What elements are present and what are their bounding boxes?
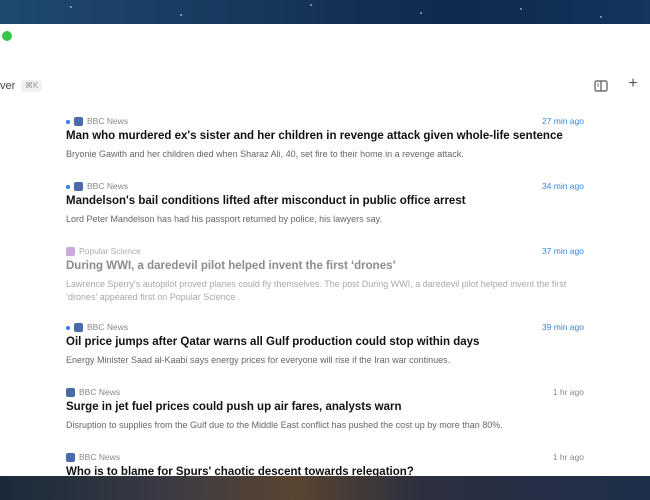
article-summary: Energy Minister Saad al-Kaabi says energ… xyxy=(66,355,451,365)
article-time: 37 min ago xyxy=(541,246,584,256)
article-headline[interactable]: Man who murdered ex's sister and her chi… xyxy=(66,130,606,142)
search-label[interactable]: ver xyxy=(0,80,15,92)
unread-dot-icon xyxy=(66,185,70,189)
shortcut-badge: ⌘K xyxy=(21,80,43,92)
desktop-wallpaper-bottom xyxy=(0,476,650,500)
window-zoom-button[interactable] xyxy=(2,31,12,41)
article-source: Popular Science xyxy=(79,246,141,256)
article-headline[interactable]: During WWI, a daredevil pilot helped inv… xyxy=(66,260,606,272)
bbc-favicon-icon xyxy=(66,388,75,397)
article-summary: Disruption to supplies from the Gulf due… xyxy=(66,420,503,430)
article-time: 1 hr ago xyxy=(552,387,584,397)
article-meta: BBC News 1 hr ago xyxy=(66,452,586,464)
article-time: 34 min ago xyxy=(541,181,584,191)
article-meta: BBC News 39 min ago xyxy=(66,322,586,334)
article-meta: BBC News 27 min ago xyxy=(66,116,586,128)
bbc-favicon-icon xyxy=(74,182,83,191)
article-meta: Popular Science 37 min ago xyxy=(66,246,586,258)
bbc-favicon-icon xyxy=(74,323,83,332)
article-summary: Bryonie Gawith and her children died whe… xyxy=(66,149,464,159)
bbc-favicon-icon xyxy=(66,453,75,462)
article-meta: BBC News 1 hr ago xyxy=(66,387,586,399)
article-time: 27 min ago xyxy=(541,116,584,126)
article-time: 39 min ago xyxy=(541,322,584,332)
article-item[interactable]: BBC News 34 min ago Mandelson's bail con… xyxy=(0,181,650,241)
article-headline[interactable]: Surge in jet fuel prices could push up a… xyxy=(66,401,606,413)
add-feed-button[interactable]: + xyxy=(626,76,640,92)
article-time: 1 hr ago xyxy=(552,452,584,462)
article-source: BBC News xyxy=(87,322,129,332)
popular-science-favicon-icon xyxy=(66,247,75,256)
article-item[interactable]: BBC News 27 min ago Man who murdered ex'… xyxy=(0,116,650,176)
article-headline[interactable]: Oil price jumps after Qatar warns all Gu… xyxy=(66,336,606,348)
article-summary: Lawrence Sperry's autopilot proved plane… xyxy=(66,279,567,302)
article-source: BBC News xyxy=(87,181,129,191)
article-summary: Lord Peter Mandelson has had his passpor… xyxy=(66,214,383,224)
article-headline[interactable]: Mandelson's bail conditions lifted after… xyxy=(66,195,606,207)
article-item[interactable]: BBC News 39 min ago Oil price jumps afte… xyxy=(0,322,650,382)
unread-dot-icon xyxy=(66,326,70,330)
article-source: BBC News xyxy=(79,452,121,462)
toolbar: ver ⌘K + xyxy=(0,76,650,100)
article-item[interactable]: Popular Science 37 min ago During WWI, a… xyxy=(0,246,650,306)
bbc-favicon-icon xyxy=(74,117,83,126)
columns-icon[interactable] xyxy=(594,79,608,92)
article-source: BBC News xyxy=(87,116,129,126)
article-item[interactable]: BBC News 1 hr ago Surge in jet fuel pric… xyxy=(0,387,650,447)
article-meta: BBC News 34 min ago xyxy=(66,181,586,193)
article-headline[interactable]: Who is to blame for Spurs' chaotic desce… xyxy=(66,466,606,476)
app-window: ver ⌘K + BBC News 27 min ago Man who mur… xyxy=(0,24,650,476)
desktop-wallpaper-top xyxy=(0,0,650,24)
unread-dot-icon xyxy=(66,120,70,124)
article-item[interactable]: BBC News 1 hr ago Who is to blame for Sp… xyxy=(0,452,650,476)
article-source: BBC News xyxy=(79,387,121,397)
